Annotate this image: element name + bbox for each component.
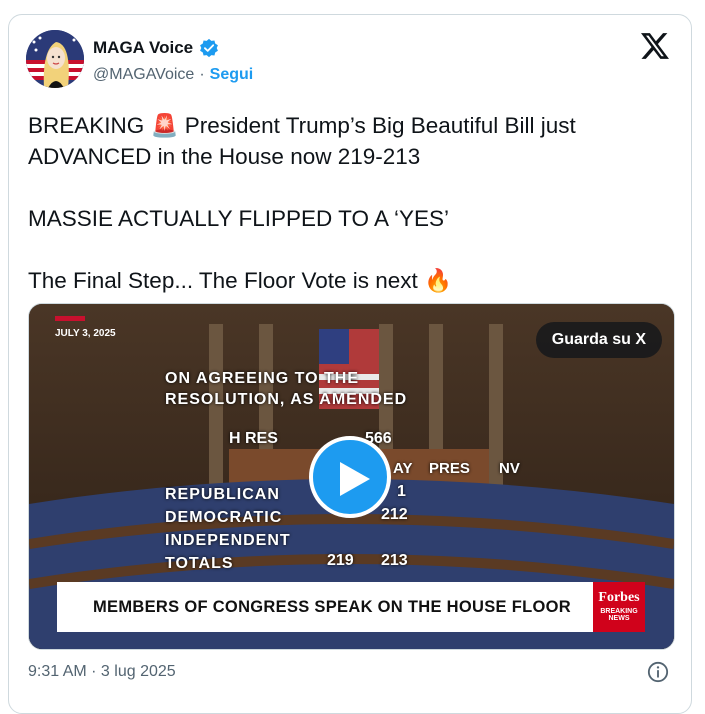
verified-badge-icon [200, 38, 219, 58]
video-date: JULY 3, 2025 [55, 328, 116, 339]
author-name[interactable]: MAGA Voice [93, 38, 193, 58]
tweet-line-3: The Final Step... The Floor Vote is next… [28, 268, 453, 293]
forbes-brand: Forbes [598, 590, 640, 605]
vote-caption-line-2: RESOLUTION, AS AMENDED [165, 391, 408, 408]
column-yay: AY [393, 460, 413, 477]
row-totals: TOTALS [165, 555, 234, 572]
row-democratic: DEMOCRATIC [165, 509, 283, 526]
play-button[interactable] [309, 436, 391, 518]
forbes-logo: Forbes BREAKING NEWS [593, 582, 645, 632]
bill-label: H RES [229, 430, 278, 447]
info-icon[interactable] [647, 661, 669, 683]
vote-rows: REPUBLICAN DEMOCRATIC INDEPENDENT TOTALS [165, 483, 291, 575]
column-nv: NV [499, 460, 520, 477]
video-player[interactable]: JULY 3, 2025 Guarda su X ON AGREEING TO … [28, 303, 675, 650]
author-name-row: MAGA Voice [93, 38, 219, 58]
republican-value: 1 [397, 483, 406, 500]
total-nay: 213 [381, 552, 408, 569]
lower-third-text: MEMBERS OF CONGRESS SPEAK ON THE HOUSE F… [93, 598, 571, 616]
tweet-card[interactable]: MAGA Voice @MAGAVoice · Segui BREAKING 🚨… [8, 14, 692, 714]
lower-third-bar: MEMBERS OF CONGRESS SPEAK ON THE HOUSE F… [57, 582, 645, 632]
separator: · [199, 66, 205, 83]
avatar[interactable] [26, 30, 84, 88]
author-handle-row: @MAGAVoice · Segui [93, 66, 253, 84]
total-yea: 219 [327, 552, 354, 569]
tweet-text: BREAKING 🚨 President Trump’s Big Beautif… [28, 110, 668, 296]
play-icon [340, 462, 370, 496]
author-handle[interactable]: @MAGAVoice [93, 66, 194, 84]
column-pres: PRES [429, 460, 470, 477]
vote-overlay: ON AGREEING TO THE RESOLUTION, AS AMENDE… [165, 368, 407, 410]
democratic-value: 212 [381, 506, 408, 523]
tweet-timestamp[interactable]: 9:31 AM · 3 lug 2025 [28, 663, 176, 681]
forbes-news: NEWS [608, 615, 630, 622]
forbes-breaking: BREAKING [600, 608, 638, 615]
x-logo-icon[interactable] [641, 33, 669, 59]
watch-on-x-button[interactable]: Guarda su X [535, 322, 662, 358]
tweet-line-2: MASSIE ACTUALLY FLIPPED TO A ‘YES’ [28, 206, 450, 231]
row-independent: INDEPENDENT [165, 532, 291, 549]
row-republican: REPUBLICAN [165, 486, 280, 503]
follow-button[interactable]: Segui [210, 66, 254, 84]
tweet-line-1: BREAKING 🚨 President Trump’s Big Beautif… [28, 113, 576, 169]
avatar-image [26, 30, 84, 88]
vote-caption-line-1: ON AGREEING TO THE [165, 370, 360, 387]
